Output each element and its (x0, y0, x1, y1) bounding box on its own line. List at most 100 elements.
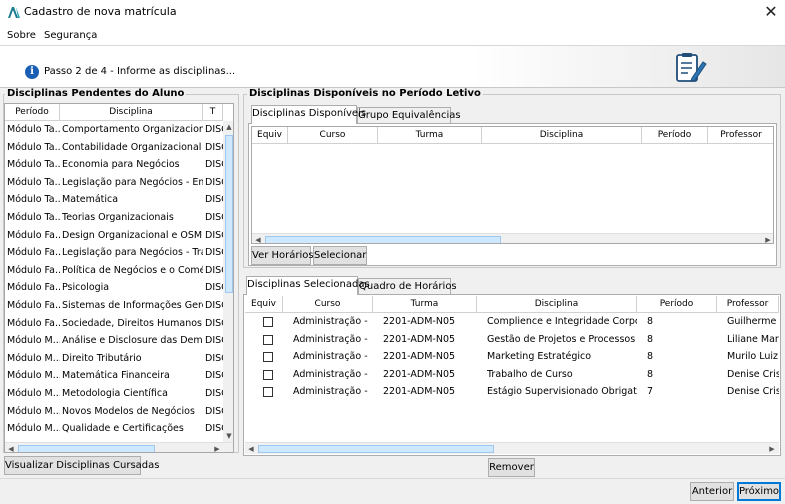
pending-cell-periodo: Módulo Ta... (7, 212, 60, 223)
available-col-professor[interactable]: Professor (708, 127, 773, 144)
selected-cell-professor: Guilherme Ma (727, 316, 779, 327)
pending-cell-periodo: Módulo M... (7, 405, 60, 417)
selected-col-equiv[interactable]: Equiv (245, 296, 283, 313)
pending-cell-tipo: DISC (205, 124, 223, 135)
view-schedules-button[interactable]: Ver Horários (251, 246, 314, 265)
selected-col-periodo[interactable]: Período (637, 296, 717, 313)
pending-cell-tipo: DISC (205, 370, 223, 382)
close-icon[interactable]: ✕ (760, 1, 782, 23)
equiv-checkbox[interactable] (263, 334, 273, 345)
scroll-left-icon[interactable]: ◀ (252, 234, 264, 243)
pending-vscroll-thumb[interactable] (225, 135, 233, 293)
pending-cell-tipo: DISC (205, 317, 223, 329)
scroll-right-icon[interactable]: ▶ (211, 443, 223, 452)
selected-cell-turma: 2201-ADM-N05 (383, 386, 456, 397)
pending-cell-tipo: DISC (205, 159, 223, 171)
scroll-right-icon[interactable]: ▶ (766, 443, 778, 454)
pending-horizontal-scrollbar[interactable]: ◀ ▶ (5, 442, 233, 452)
tab-available-disciplines[interactable]: Disciplinas Disponíveis (251, 105, 366, 124)
selected-col-curso[interactable]: Curso (283, 296, 373, 313)
pending-cell-disciplina: Política de Negócios e o Comér... (62, 264, 203, 276)
menu-seguranca[interactable]: Segurança (44, 30, 97, 41)
selected-table[interactable]: Equiv Curso Turma Disciplina Período Pro… (245, 296, 779, 454)
pending-cell-disciplina: Direito Tributário (62, 352, 142, 364)
pending-cell-periodo: Módulo Ta... (7, 124, 60, 135)
available-col-periodo[interactable]: Período (642, 127, 708, 144)
pending-cell-periodo: Módulo Ta... (7, 176, 60, 188)
window-title: Cadastro de nova matrícula (24, 5, 177, 18)
pending-cell-tipo: DISC (205, 212, 223, 223)
pending-cell-periodo: Módulo M... (7, 335, 60, 347)
pending-col-periodo[interactable]: Período (5, 104, 60, 121)
remove-button[interactable]: Remover (488, 458, 535, 477)
select-button[interactable]: Selecionar (313, 246, 367, 265)
pending-cell-periodo: Módulo M... (7, 370, 60, 382)
equiv-checkbox[interactable] (263, 317, 273, 327)
pending-vertical-scrollbar[interactable]: ▲ ▼ (223, 121, 233, 442)
pending-group-title: Disciplinas Pendentes do Aluno (5, 88, 187, 99)
available-col-disciplina[interactable]: Disciplina (482, 127, 642, 144)
scroll-right-icon[interactable]: ▶ (762, 234, 773, 243)
selected-hscroll-thumb[interactable] (258, 445, 494, 453)
available-col-equiv[interactable]: Equiv (252, 127, 288, 144)
scroll-left-icon[interactable]: ◀ (5, 443, 17, 452)
selected-cell-turma: 2201-ADM-N05 (383, 333, 456, 345)
pending-cell-disciplina: Teorias Organizacionais (62, 212, 174, 223)
tab-selected-disciplines[interactable]: Disciplinas Selecionadas (246, 276, 370, 295)
pending-cell-periodo: Módulo Fa... (7, 317, 60, 329)
available-tab-panel: Equiv Curso Turma Disciplina Período Pro… (248, 123, 777, 266)
selected-col-disciplina[interactable]: Disciplina (477, 296, 637, 313)
pending-table[interactable]: Período Disciplina T Módulo Ta... Comport… (4, 103, 234, 453)
menu-sobre[interactable]: Sobre (7, 30, 36, 41)
pending-cell-tipo: DISC (205, 141, 223, 153)
selected-tab-panel: Equiv Curso Turma Disciplina Período Pro… (243, 294, 781, 456)
pending-hscroll-thumb[interactable] (18, 445, 155, 452)
pending-cell-disciplina: Economia para Negócios (62, 159, 180, 171)
available-col-curso[interactable]: Curso (288, 127, 378, 144)
selected-cell-curso: Administração - ... (293, 368, 371, 380)
scroll-left-icon[interactable]: ◀ (245, 443, 257, 454)
selected-cell-curso: Administração - ... (293, 351, 371, 362)
next-button[interactable]: Próximo (737, 482, 781, 501)
selected-cell-professor: Murilo Luiz Fer (727, 351, 779, 362)
selected-cell-turma: 2201-ADM-N05 (383, 351, 456, 362)
tab-equivalence-group[interactable]: Grupo Equivalências (357, 107, 461, 124)
equiv-checkbox[interactable] (263, 369, 273, 380)
available-table[interactable]: Equiv Curso Turma Disciplina Período Pro… (251, 126, 774, 244)
selected-cell-periodo: 8 (647, 333, 654, 345)
pending-cell-periodo: Módulo M... (7, 423, 60, 435)
tab-schedule-board[interactable]: Quadro de Horários (358, 278, 457, 295)
scroll-up-icon[interactable]: ▲ (223, 121, 233, 133)
pending-cell-disciplina: Metodologia Científica (62, 388, 168, 399)
view-completed-button[interactable]: Visualizar Disciplinas Cursadas (4, 456, 159, 475)
selected-horizontal-scrollbar[interactable]: ◀ ▶ (245, 442, 779, 454)
pending-cell-disciplina: Legislação para Negócios - Em... (62, 176, 203, 188)
pending-cell-periodo: Módulo M... (7, 352, 60, 364)
available-horizontal-scrollbar[interactable]: ◀ ▶ (252, 233, 773, 243)
available-hscroll-thumb[interactable] (265, 236, 501, 243)
previous-button[interactable]: Anterior (690, 482, 734, 501)
pending-cell-periodo: Módulo Fa... (7, 282, 60, 294)
pending-cell-disciplina: Sistemas de Informações Geren... (62, 300, 203, 311)
selected-col-turma[interactable]: Turma (373, 296, 477, 313)
pending-col-t[interactable]: T (203, 104, 223, 121)
pending-cell-tipo: DISC (205, 335, 223, 347)
equiv-checkbox[interactable] (263, 352, 273, 362)
selected-cell-professor: Liliane Martins (727, 333, 779, 345)
pending-cell-tipo: DISC (205, 247, 223, 259)
available-group-title: Disciplinas Disponíveis no Período Letiv… (247, 88, 483, 99)
equiv-checkbox[interactable] (263, 387, 273, 397)
pending-cell-disciplina: Design Organizacional e OSM (62, 229, 203, 241)
pending-col-disciplina[interactable]: Disciplina (60, 104, 203, 121)
pending-cell-disciplina: Análise e Disclosure das Dem... (62, 335, 203, 347)
pending-cell-tipo: DISC (205, 423, 223, 435)
selected-cell-disciplina: Marketing Estratégico (487, 351, 592, 362)
pending-cell-disciplina: Matemática (62, 194, 119, 206)
step-indicator: Passo 2 de 4 - Informe as disciplinas... (44, 66, 236, 77)
available-col-turma[interactable]: Turma (378, 127, 482, 144)
pending-cell-periodo: Módulo Ta... (7, 141, 60, 153)
pending-cell-tipo: DISC (205, 352, 223, 364)
selected-cell-professor: Denise Cristina (727, 386, 779, 397)
scroll-down-icon[interactable]: ▼ (223, 430, 233, 442)
selected-col-professor[interactable]: Professor (717, 296, 779, 313)
